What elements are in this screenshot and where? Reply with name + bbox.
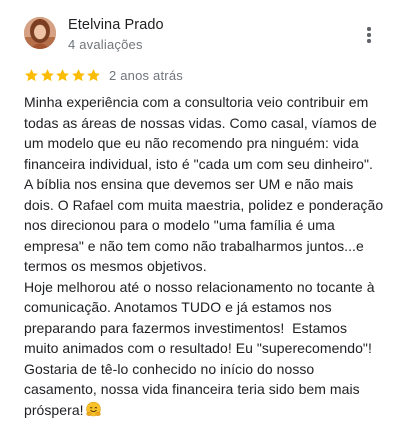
review-date: 2 anos atrás bbox=[109, 67, 183, 83]
author-review-count: 4 avaliações bbox=[68, 37, 143, 52]
author-name[interactable]: Etelvina Prado bbox=[68, 16, 164, 34]
hugging-face-icon bbox=[85, 401, 101, 416]
more-options-button[interactable] bbox=[360, 24, 378, 46]
star-rating bbox=[24, 68, 101, 83]
author-info: Etelvina Prado 4 avaliações bbox=[68, 16, 164, 53]
more-vert-icon bbox=[367, 27, 371, 31]
star-icon bbox=[56, 68, 69, 81]
more-vert-icon bbox=[367, 39, 371, 43]
star-icon bbox=[87, 68, 100, 81]
review-body: Minha experiência com a consultoria veio… bbox=[24, 94, 384, 418]
review-card: Etelvina Prado 4 avaliações 2 anos atrás… bbox=[0, 0, 400, 445]
rating-row: 2 anos atrás bbox=[24, 66, 183, 84]
review-text: Minha experiência com a consultoria veio… bbox=[24, 92, 386, 420]
avatar-photo bbox=[24, 17, 56, 49]
avatar[interactable] bbox=[24, 17, 56, 49]
star-icon bbox=[25, 68, 38, 81]
star-icon bbox=[71, 68, 85, 81]
more-vert-icon bbox=[367, 33, 371, 37]
star-icon bbox=[40, 68, 54, 81]
